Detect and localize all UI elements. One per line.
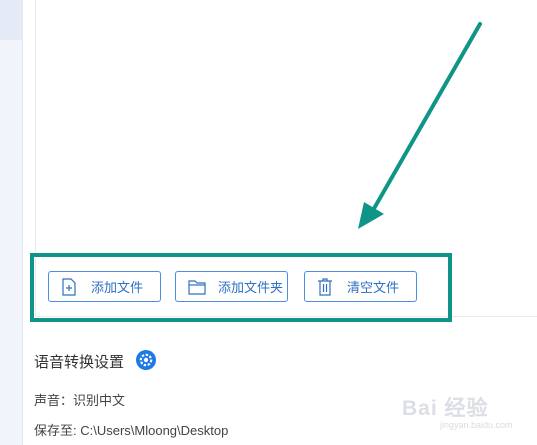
sidebar-item-active[interactable] [0, 0, 22, 40]
voice-setting[interactable]: 声音：识别中文 [34, 390, 125, 409]
add-folder-button[interactable]: 添加文件夹 [175, 271, 288, 302]
trash-icon [317, 277, 335, 297]
add-file-button[interactable]: 添加文件 [48, 271, 161, 302]
add-file-icon [61, 277, 79, 297]
add-file-label: 添加文件 [91, 280, 144, 295]
clear-files-button[interactable]: 清空文件 [304, 271, 417, 302]
gear-icon[interactable] [135, 349, 157, 371]
add-folder-label: 添加文件夹 [218, 280, 284, 295]
settings-title: 语音转换设置 [34, 354, 125, 371]
clear-files-label: 清空文件 [347, 280, 400, 295]
sidebar [0, 0, 23, 445]
watermark-url: jingyan.baidu.com [440, 420, 513, 430]
watermark-logo: Bai 经验 [402, 397, 489, 420]
save-path-setting[interactable]: 保存至: C:\Users\Mloong\Desktop [34, 420, 228, 439]
folder-icon [188, 277, 206, 297]
